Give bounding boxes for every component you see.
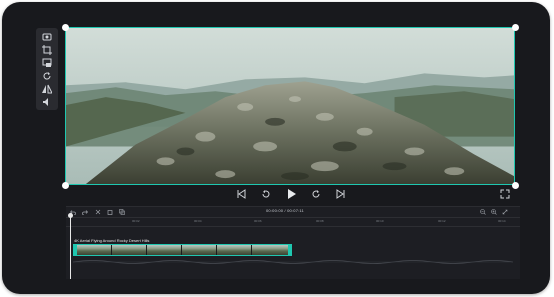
play-icon[interactable] bbox=[285, 188, 297, 200]
ruler-tick: 00:06 bbox=[254, 219, 262, 223]
skip-forward-icon[interactable] bbox=[335, 188, 347, 200]
ruler-tick: 00:04 bbox=[194, 219, 202, 223]
clip-thumbnail bbox=[182, 245, 217, 255]
rotate-icon[interactable] bbox=[39, 70, 55, 82]
forward-icon[interactable] bbox=[310, 188, 322, 200]
timeline-toolbar: 00:00:00 / 00:07:11 bbox=[66, 207, 520, 217]
clip-trim-handle-left[interactable] bbox=[74, 245, 77, 255]
delete-icon[interactable] bbox=[107, 209, 113, 215]
side-toolbar bbox=[36, 28, 58, 110]
ruler-tick: 00:10 bbox=[376, 219, 384, 223]
duplicate-icon[interactable] bbox=[119, 209, 125, 215]
preview-image bbox=[66, 28, 514, 184]
video-preview[interactable] bbox=[65, 27, 515, 185]
audio-waveform[interactable] bbox=[73, 258, 513, 266]
clip-thumbnail bbox=[217, 245, 252, 255]
ruler-tick: 00:02 bbox=[132, 219, 140, 223]
timecode-display: 00:00:00 / 00:07:11 bbox=[266, 208, 304, 213]
redo-icon[interactable] bbox=[82, 209, 88, 215]
zoom-in-icon[interactable] bbox=[491, 209, 497, 215]
clip-thumbnail bbox=[147, 245, 182, 255]
timeline-panel: 00:00:00 / 00:07:11 00:02 00:04 00:06 00… bbox=[66, 206, 520, 279]
resize-handle-top-right[interactable] bbox=[512, 24, 519, 31]
ruler-tick: 00:08 bbox=[316, 219, 324, 223]
clip-thumbnail bbox=[252, 245, 289, 255]
fit-timeline-icon[interactable] bbox=[502, 209, 508, 215]
editor-frame: 00:00:00 / 00:07:11 00:02 00:04 00:06 00… bbox=[2, 2, 550, 294]
volume-icon[interactable] bbox=[39, 96, 55, 108]
clip-thumbnail bbox=[112, 245, 147, 255]
ruler-tick: 00:14 bbox=[498, 219, 506, 223]
screenshot-icon[interactable] bbox=[39, 31, 55, 43]
skip-back-icon[interactable] bbox=[235, 188, 247, 200]
resize-handle-top-left[interactable] bbox=[62, 24, 69, 31]
playback-controls bbox=[2, 188, 550, 202]
clip-title: 4K Aerial Flying Around Rocky Desert Hil… bbox=[74, 238, 150, 243]
clip-thumbnail bbox=[77, 245, 112, 255]
resize-icon[interactable] bbox=[39, 57, 55, 69]
zoom-out-icon[interactable] bbox=[480, 209, 486, 215]
flip-icon[interactable] bbox=[39, 83, 55, 95]
rewind-icon[interactable] bbox=[260, 188, 272, 200]
crop-icon[interactable] bbox=[39, 44, 55, 56]
playhead[interactable] bbox=[68, 213, 73, 279]
timeline-ruler[interactable]: 00:02 00:04 00:06 00:08 00:10 00:12 00:1… bbox=[66, 217, 520, 227]
clip-trim-handle-right[interactable] bbox=[288, 245, 291, 255]
split-icon[interactable] bbox=[95, 209, 101, 215]
video-clip[interactable] bbox=[73, 244, 292, 256]
fullscreen-icon[interactable] bbox=[499, 188, 511, 200]
ruler-tick: 00:12 bbox=[438, 219, 446, 223]
